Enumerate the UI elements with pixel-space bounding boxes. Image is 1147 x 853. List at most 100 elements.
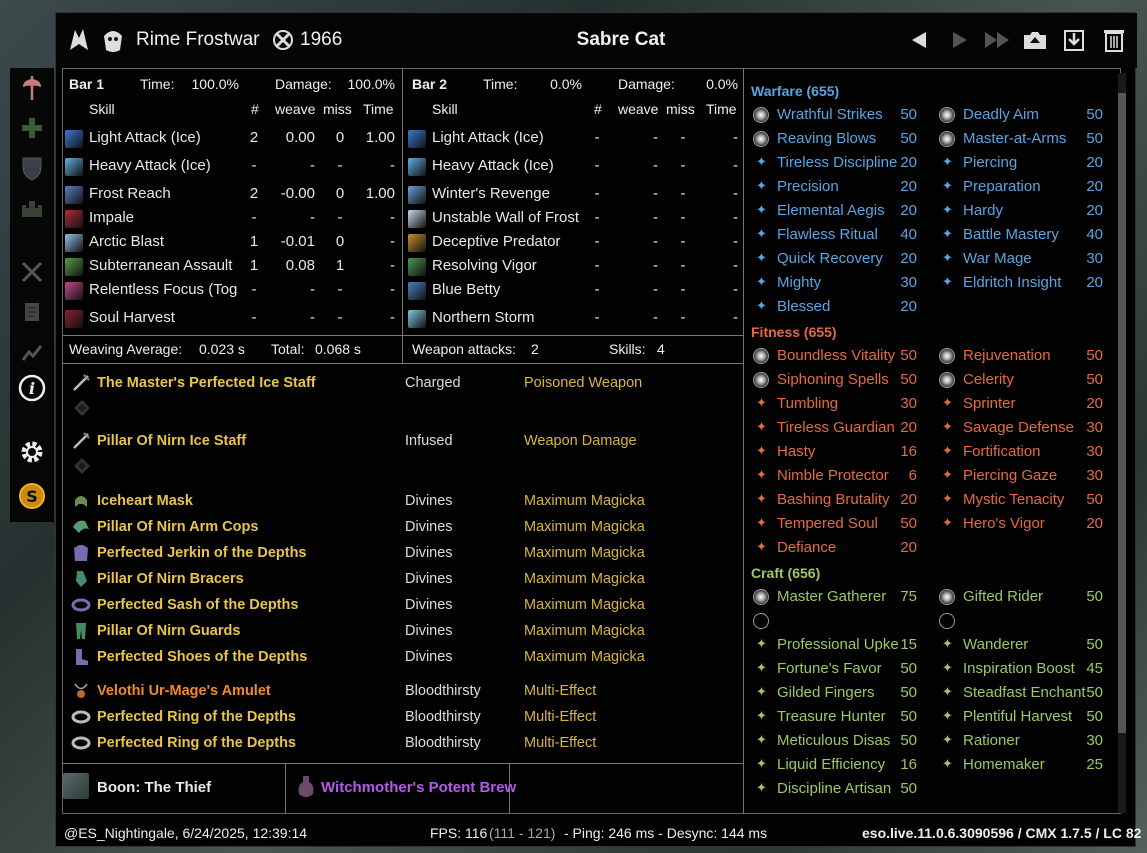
gear-name: Pillar Of Nirn Ice Staff [97, 433, 247, 449]
save-fight-button[interactable] [1022, 27, 1048, 53]
last-fight-button[interactable] [982, 27, 1014, 53]
cp-star-name: Boundless Vitality [777, 347, 896, 364]
title-bar: Rime Frostwar 1966 Sabre Cat [56, 13, 1137, 68]
skill-time: - [733, 157, 738, 174]
cp-star-name: Sprinter [963, 395, 1016, 412]
cp-star-name: Piercing [963, 154, 1018, 171]
version-info: eso.live.11.0.6.3090596 / CMX 1.7.5 / LC… [862, 825, 1142, 841]
cp-star-value: 6 [908, 467, 917, 484]
cp-star-name: Fortification [963, 443, 1041, 460]
cp-star-name: Master-at-Arms [963, 130, 1067, 147]
cp-scrollbar-thumb[interactable] [1118, 93, 1126, 733]
bar2-col-time: Time [706, 101, 737, 117]
gear-enchant: Maximum Magicka [524, 649, 645, 665]
belt-icon [71, 595, 91, 615]
scroll-icon[interactable] [18, 298, 46, 326]
skill-time: - [390, 157, 395, 174]
crossed-swords-icon[interactable] [18, 258, 46, 286]
cp-star-icon: ✦ [942, 420, 953, 435]
cp-star-value: 25 [1086, 756, 1103, 773]
s-coin-icon[interactable]: S [18, 482, 46, 510]
cp-star-icon: ✦ [756, 251, 767, 266]
staff-icon [71, 373, 91, 393]
gear-name: Perfected Ring of the Depths [97, 735, 296, 751]
gear-name: The Master's Perfected Ice Staff [97, 375, 316, 391]
gear-enchant: Multi-Effect [524, 735, 597, 751]
delete-fight-button[interactable] [1101, 27, 1127, 53]
cp-slot-icon [939, 372, 955, 388]
cp-star-name: Fortune's Favor [777, 660, 882, 677]
cp-star-value: 50 [900, 347, 917, 364]
cp-star-value: 20 [1086, 154, 1103, 171]
castle-icon[interactable] [18, 194, 46, 222]
cp-star-name: Hardy [963, 202, 1004, 219]
skill-name: Light Attack (Ice) [89, 129, 201, 146]
cp-slot-icon [753, 107, 769, 123]
gear-enchant: Maximum Magicka [524, 545, 645, 561]
cp-star-icon: ✦ [756, 661, 767, 676]
info-icon[interactable]: i [18, 374, 46, 402]
chart-icon[interactable] [18, 338, 46, 366]
gear-trait: Bloodthirsty [405, 709, 481, 725]
chest-icon [71, 543, 91, 563]
bar1-col-time: Time [363, 101, 394, 117]
cp-star-icon: ✦ [942, 468, 953, 483]
cp-star-name: Plentiful Harvest [963, 708, 1073, 725]
skill-name: Resolving Vigor [432, 257, 537, 274]
cp-star-name: Blessed [777, 298, 831, 315]
total-weave: 0.068 s [315, 341, 361, 357]
cp-star-icon: ✦ [756, 733, 767, 748]
heal-cross-icon[interactable] [18, 114, 46, 142]
cp-star-value: 50 [900, 732, 917, 749]
cp-star-icon: ✦ [756, 444, 767, 459]
skill-count: - [594, 281, 600, 298]
shield-icon[interactable] [18, 154, 46, 182]
food-divider-tick [396, 763, 404, 764]
next-fight-button[interactable] [947, 27, 973, 53]
skill-icon [65, 130, 83, 148]
skill-icon [408, 186, 426, 204]
champion-point-icon [272, 29, 294, 51]
cp-star-value: 50 [900, 130, 917, 147]
skill-name: Arctic Blast [89, 233, 165, 250]
previous-fight-button[interactable] [906, 27, 932, 53]
skill-name: Unstable Wall of Frost [432, 209, 579, 226]
cp-scrollbar[interactable] [1118, 73, 1126, 813]
bar2-col-weave: weave [618, 101, 659, 117]
cp-star-icon: ✦ [756, 179, 767, 194]
skill-weave: 0.00 [285, 129, 315, 146]
skill-weave: -0.01 [280, 233, 315, 250]
bar1-col-count: # [251, 101, 259, 117]
fitness-title: Fitness (655) [751, 324, 837, 340]
cp-star-name: Master Gatherer [777, 588, 887, 605]
cp-star-name: Treasure Hunter [777, 708, 886, 725]
skill-icon [408, 234, 426, 252]
bar1-col-weave: weave [275, 101, 316, 117]
load-fight-button[interactable] [1061, 27, 1087, 53]
skill-icon [408, 130, 426, 148]
cp-star-name: Tempered Soul [777, 515, 878, 532]
skill-name: Subterranean Assault [89, 257, 233, 274]
ring-icon [71, 707, 91, 727]
cp-star-value: 20 [1086, 274, 1103, 291]
skill-count: - [251, 157, 257, 174]
skill-miss: - [680, 257, 686, 274]
cp-star-value: 50 [900, 708, 917, 725]
skill-count: 2 [249, 185, 259, 202]
cp-star-name: Steadfast Enchant [963, 684, 1086, 701]
gear-icon[interactable] [18, 438, 46, 466]
skill-name: Relentless Focus (Tog [89, 281, 238, 298]
gear-enchant: Multi-Effect [524, 709, 597, 725]
skill-weave: - [653, 185, 658, 202]
cp-star-value: 50 [900, 371, 917, 388]
cp-star-icon: ✦ [756, 516, 767, 531]
cp-star-value: 30 [900, 274, 917, 291]
skill-name: Light Attack (Ice) [432, 129, 544, 146]
cp-star-value: 30 [1086, 443, 1103, 460]
skill-icon [65, 186, 83, 204]
axe-icon[interactable] [18, 74, 46, 102]
cp-star-icon: ✦ [756, 492, 767, 507]
skill-icon [65, 258, 83, 276]
cp-star-value: 50 [900, 684, 917, 701]
skill-time: - [733, 129, 738, 146]
